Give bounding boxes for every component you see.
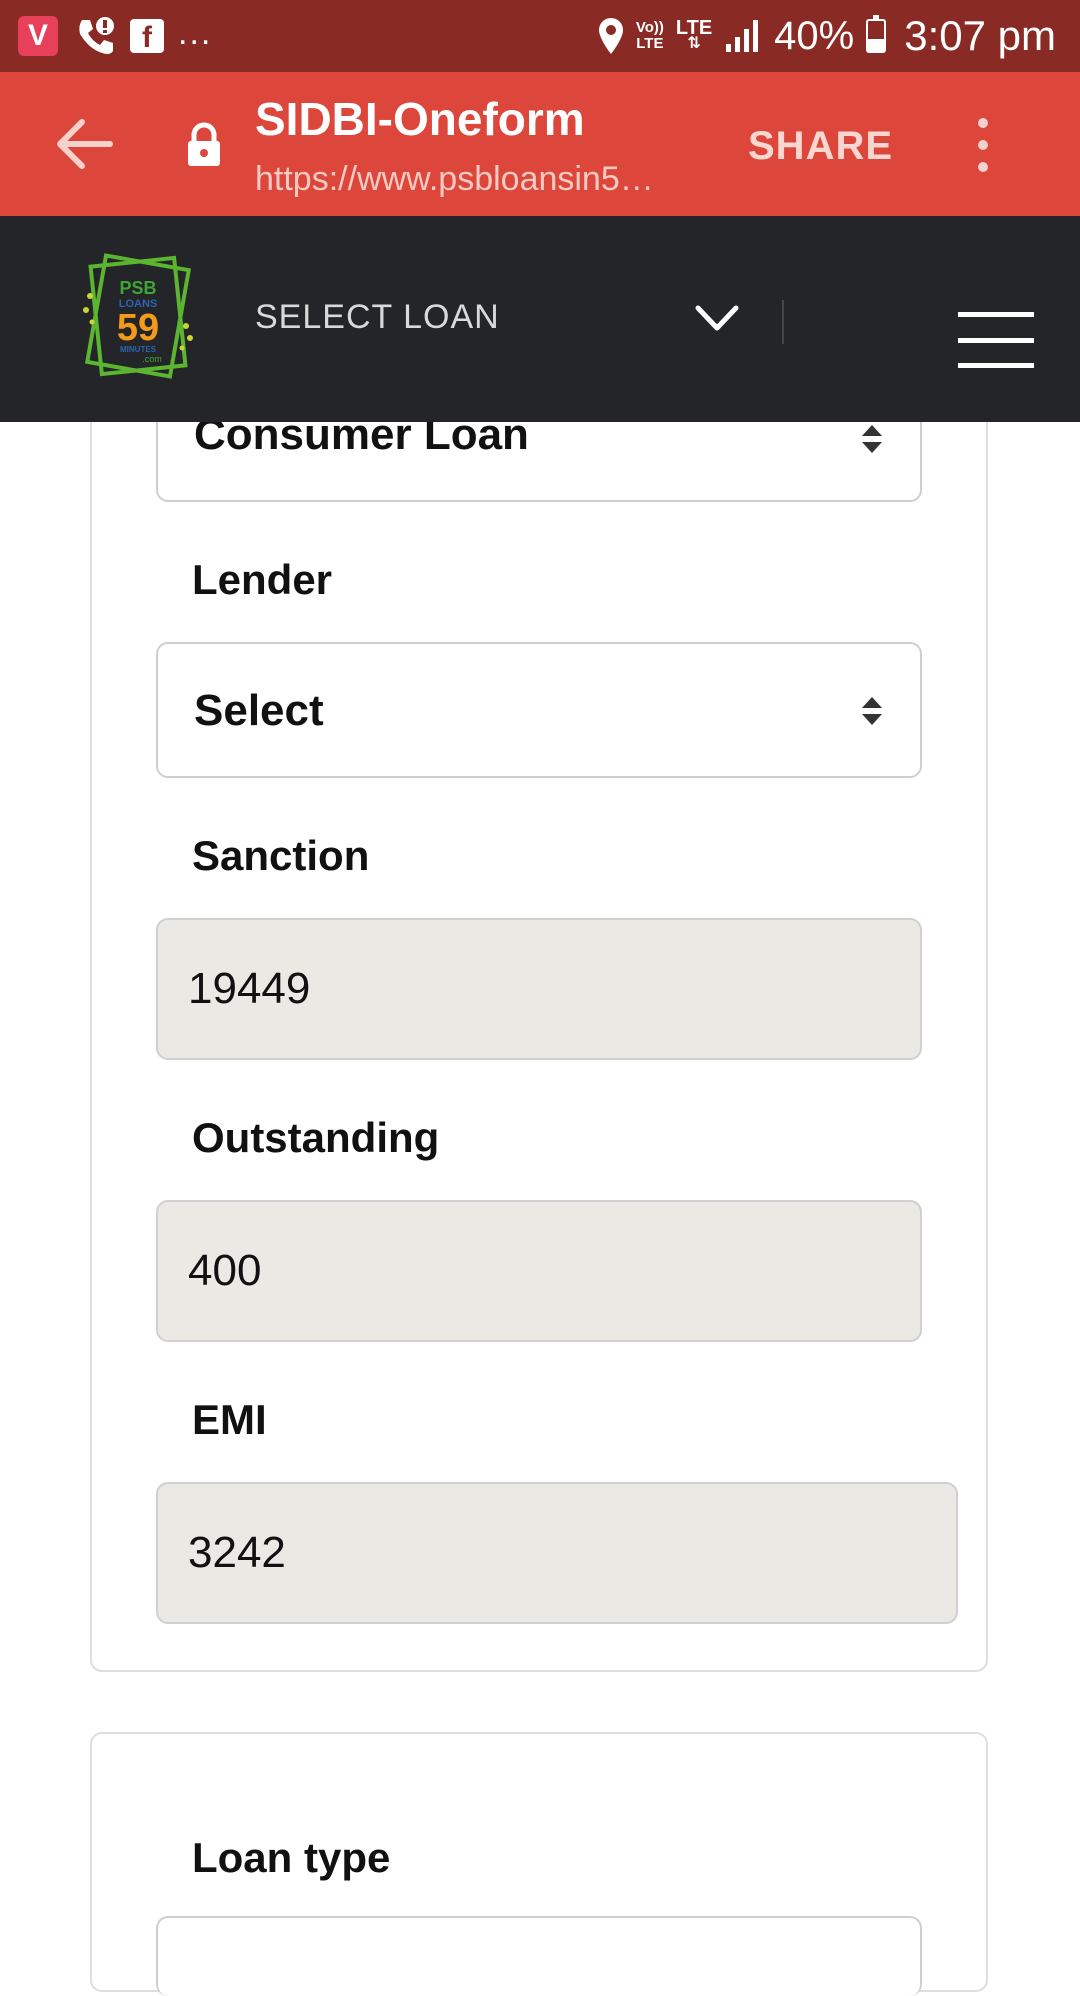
outstanding-label: Outstanding [192, 1114, 440, 1161]
volte-indicator: Vo)) LTE [635, 19, 664, 52]
select-loan-dropdown[interactable]: SELECT LOAN [255, 298, 500, 337]
back-arrow-icon[interactable] [50, 114, 120, 174]
lender-value: Select [194, 686, 324, 735]
sanction-value: 19449 [188, 964, 311, 1013]
chevron-down-icon[interactable] [694, 300, 740, 336]
page-title[interactable]: SIDBI-Oneform [255, 92, 585, 146]
svg-text:PSB: PSB [119, 278, 156, 298]
loan-type-label: Loan type [192, 1834, 391, 1881]
lock-icon[interactable] [184, 122, 224, 168]
emi-value: 3242 [188, 1528, 286, 1577]
loan-type-select-2[interactable] [156, 1916, 922, 1996]
battery-icon [866, 15, 887, 53]
vidmate-app-icon: V [18, 16, 58, 56]
hamburger-menu-icon[interactable] [958, 312, 1034, 368]
more-notifications-icon: ... [178, 13, 213, 52]
more-options-icon[interactable] [968, 118, 998, 172]
psb-loans-59-minutes-logo[interactable]: PSB LOANS 59 MINUTES .com [82, 252, 194, 382]
signal-strength-icon [726, 20, 759, 52]
outstanding-value: 400 [188, 1246, 262, 1295]
browser-toolbar: SIDBI-Oneform https://www.psbloansin59mi… [0, 72, 1080, 216]
location-icon [598, 18, 623, 54]
share-button[interactable]: SHARE [748, 124, 893, 169]
clock: 3:07 pm [904, 12, 1056, 59]
svg-text:59: 59 [117, 307, 159, 349]
call-icon [79, 17, 114, 54]
select-arrows-icon [862, 697, 882, 725]
status-bar: V f ... Vo)) LTE LTE ⇅ 40% 3:07 pm [0, 0, 1080, 72]
sanction-label: Sanction [192, 832, 370, 879]
header-divider [782, 300, 784, 344]
site-header: PSB LOANS 59 MINUTES .com SELECT LOAN [0, 216, 1080, 422]
facebook-icon: f [130, 19, 164, 53]
sanction-input[interactable]: 19449 [156, 918, 922, 1060]
svg-text:MINUTES: MINUTES [120, 345, 157, 354]
lender-select[interactable]: Select [156, 642, 922, 778]
lte-data-indicator: LTE ⇅ [675, 17, 713, 52]
outstanding-input[interactable]: 400 [156, 1200, 922, 1342]
emi-input[interactable]: 3242 [156, 1482, 958, 1624]
battery-percent: 40% [774, 13, 855, 58]
emi-label: EMI [192, 1396, 267, 1443]
page-url[interactable]: https://www.psbloansin59minutes.com [255, 160, 665, 199]
svg-text:.com: .com [142, 354, 162, 364]
lender-label: Lender [192, 556, 333, 603]
select-arrows-icon [862, 425, 882, 453]
